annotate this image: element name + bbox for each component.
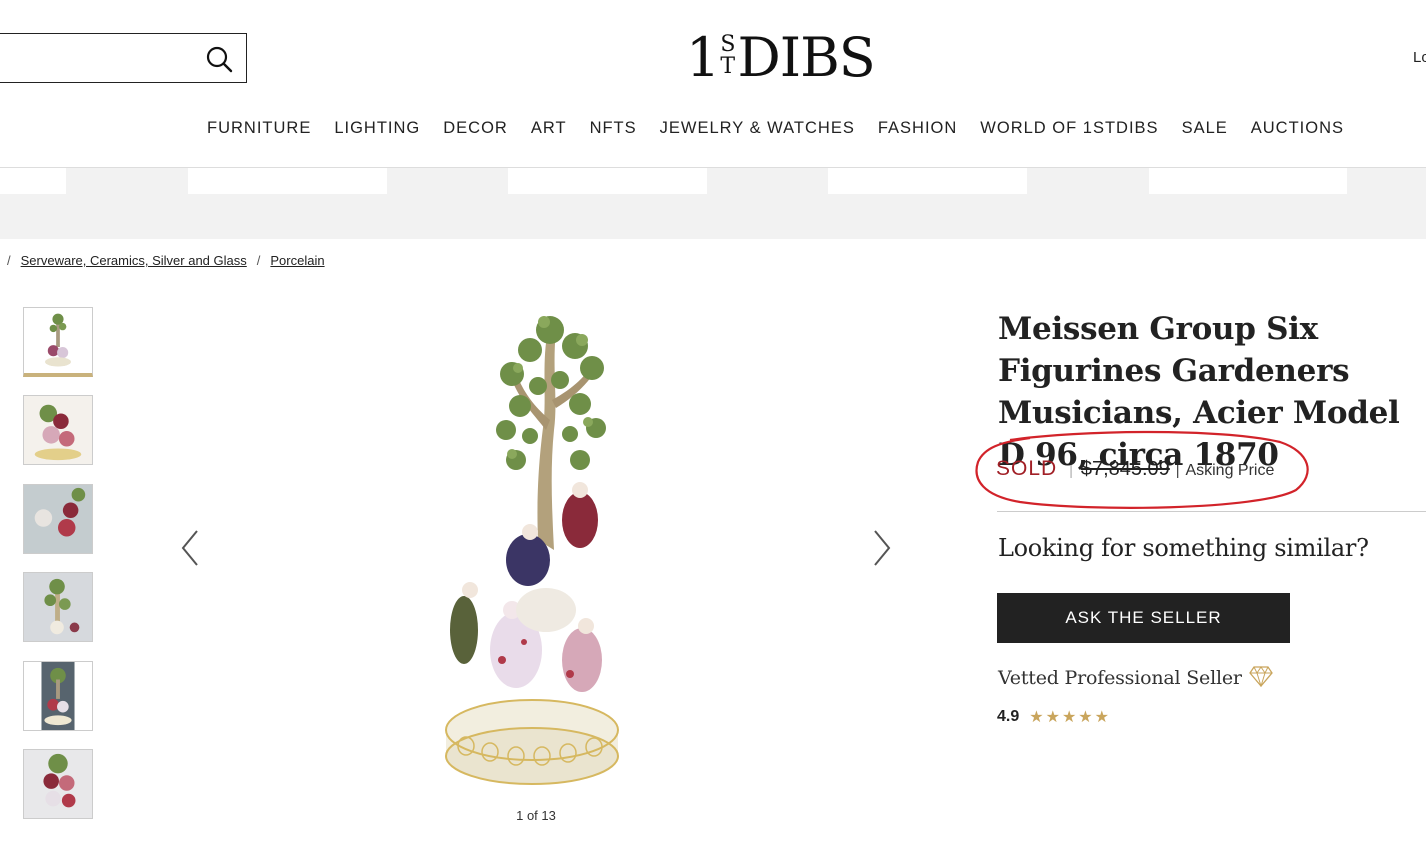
thumbnail-1[interactable]	[23, 307, 93, 377]
thumbnail-2[interactable]	[23, 395, 93, 465]
promo-tile	[1149, 168, 1347, 194]
nav-item-nfts[interactable]: NFTS	[590, 119, 637, 138]
price-divider: |	[1175, 462, 1180, 478]
breadcrumb-separator: /	[7, 253, 11, 268]
logo-one: 1	[686, 26, 720, 89]
breadcrumb: / Serveware, Ceramics, Silver and Glass …	[7, 253, 325, 268]
price-row: SOLD | $7,845.09 | Asking Price	[996, 457, 1274, 481]
breadcrumb-porcelain[interactable]: Porcelain	[270, 253, 324, 268]
nav-item-lighting[interactable]: LIGHTING	[334, 119, 420, 138]
nav-item-decor[interactable]: DECOR	[443, 119, 508, 138]
logo-dibs: DIBS	[737, 26, 875, 89]
image-counter: 1 of 13	[516, 808, 556, 823]
search-icon[interactable]	[204, 44, 234, 74]
price-divider: |	[1069, 462, 1073, 478]
product-title: Meissen Group Six Figurines Gardeners Mu…	[998, 311, 1400, 473]
login-link[interactable]: Log In	[1413, 49, 1426, 66]
nav-item-furniture[interactable]: FURNITURE	[207, 119, 311, 138]
nav-item-sale[interactable]: SALE	[1182, 119, 1228, 138]
thumbnail-4[interactable]	[23, 572, 93, 642]
nav-item-fashion[interactable]: FASHION	[878, 119, 957, 138]
promo-tile	[188, 168, 387, 194]
chevron-right-icon[interactable]	[870, 528, 894, 568]
promo-tile	[0, 168, 66, 194]
price-divider-line	[997, 511, 1426, 512]
promo-tile	[508, 168, 707, 194]
nav-item-art[interactable]: ART	[531, 119, 567, 138]
nav-item-auctions[interactable]: AUCTIONS	[1251, 119, 1344, 138]
promo-tile	[828, 168, 1027, 194]
thumbnail-3[interactable]	[23, 484, 93, 554]
main-nav: FURNITURE LIGHTING DECOR ART NFTS JEWELR…	[207, 119, 1367, 138]
star-icon: ★	[1061, 709, 1077, 726]
thumbnail-5[interactable]	[23, 661, 93, 731]
search-input[interactable]	[0, 33, 247, 83]
star-icon: ★	[1094, 709, 1109, 726]
logo-s: S	[720, 32, 736, 57]
rating-value: 4.9	[997, 708, 1020, 725]
nav-item-jewelry-watches[interactable]: JEWELRY & WATCHES	[660, 119, 855, 138]
sold-status: SOLD	[996, 457, 1058, 480]
product-image[interactable]	[420, 310, 650, 790]
asking-price: $7,845.09	[1080, 458, 1170, 480]
similar-heading: Looking for something similar?	[998, 534, 1369, 562]
seller-rating: 4.9 ★ ★ ★ ★ ★	[997, 707, 1109, 727]
diamond-icon[interactable]	[1249, 665, 1273, 687]
star-icon: ★	[1029, 709, 1044, 726]
thumbnail-6[interactable]	[23, 749, 93, 819]
nav-item-world-of-1stdibs[interactable]: WORLD OF 1STDIBS	[980, 119, 1158, 138]
breadcrumb-separator: /	[256, 253, 261, 268]
breadcrumb-serveware[interactable]: Serveware, Ceramics, Silver and Glass	[21, 253, 247, 268]
logo-st: S T	[720, 34, 735, 78]
star-icon: ★	[1078, 709, 1093, 726]
star-icon: ★	[1045, 709, 1060, 726]
rating-stars: ★ ★ ★ ★ ★	[1029, 707, 1109, 727]
price-note: Asking Price	[1185, 462, 1275, 479]
site-logo[interactable]: 1 S T DIBS	[686, 26, 876, 89]
promo-banner-placeholder	[0, 168, 1426, 239]
logo-t: T	[720, 54, 736, 79]
vetted-seller-label: Vetted Professional Seller	[998, 667, 1242, 689]
chevron-left-icon[interactable]	[178, 528, 202, 568]
ask-the-seller-button[interactable]: ASK THE SELLER	[997, 593, 1290, 643]
